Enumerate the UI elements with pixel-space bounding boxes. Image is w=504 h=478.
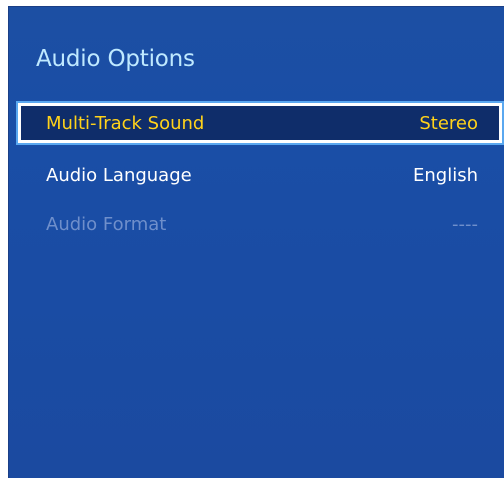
menu-item-value: ---- — [452, 213, 478, 235]
panel-title: Audio Options — [36, 46, 195, 72]
menu-item-multi-track-sound[interactable]: Multi-Track Sound Stereo — [16, 101, 504, 145]
audio-options-panel: Audio Options Multi-Track Sound Stereo A… — [8, 6, 504, 478]
menu-item-audio-language[interactable]: Audio Language English — [18, 155, 502, 195]
menu-item-value: Stereo — [419, 112, 478, 134]
menu-item-audio-format: Audio Format ---- — [18, 204, 502, 244]
menu-item-label: Multi-Track Sound — [46, 112, 205, 134]
menu-item-value: English — [413, 164, 478, 186]
menu-item-label: Audio Format — [46, 213, 167, 235]
menu-item-label: Audio Language — [46, 164, 192, 186]
